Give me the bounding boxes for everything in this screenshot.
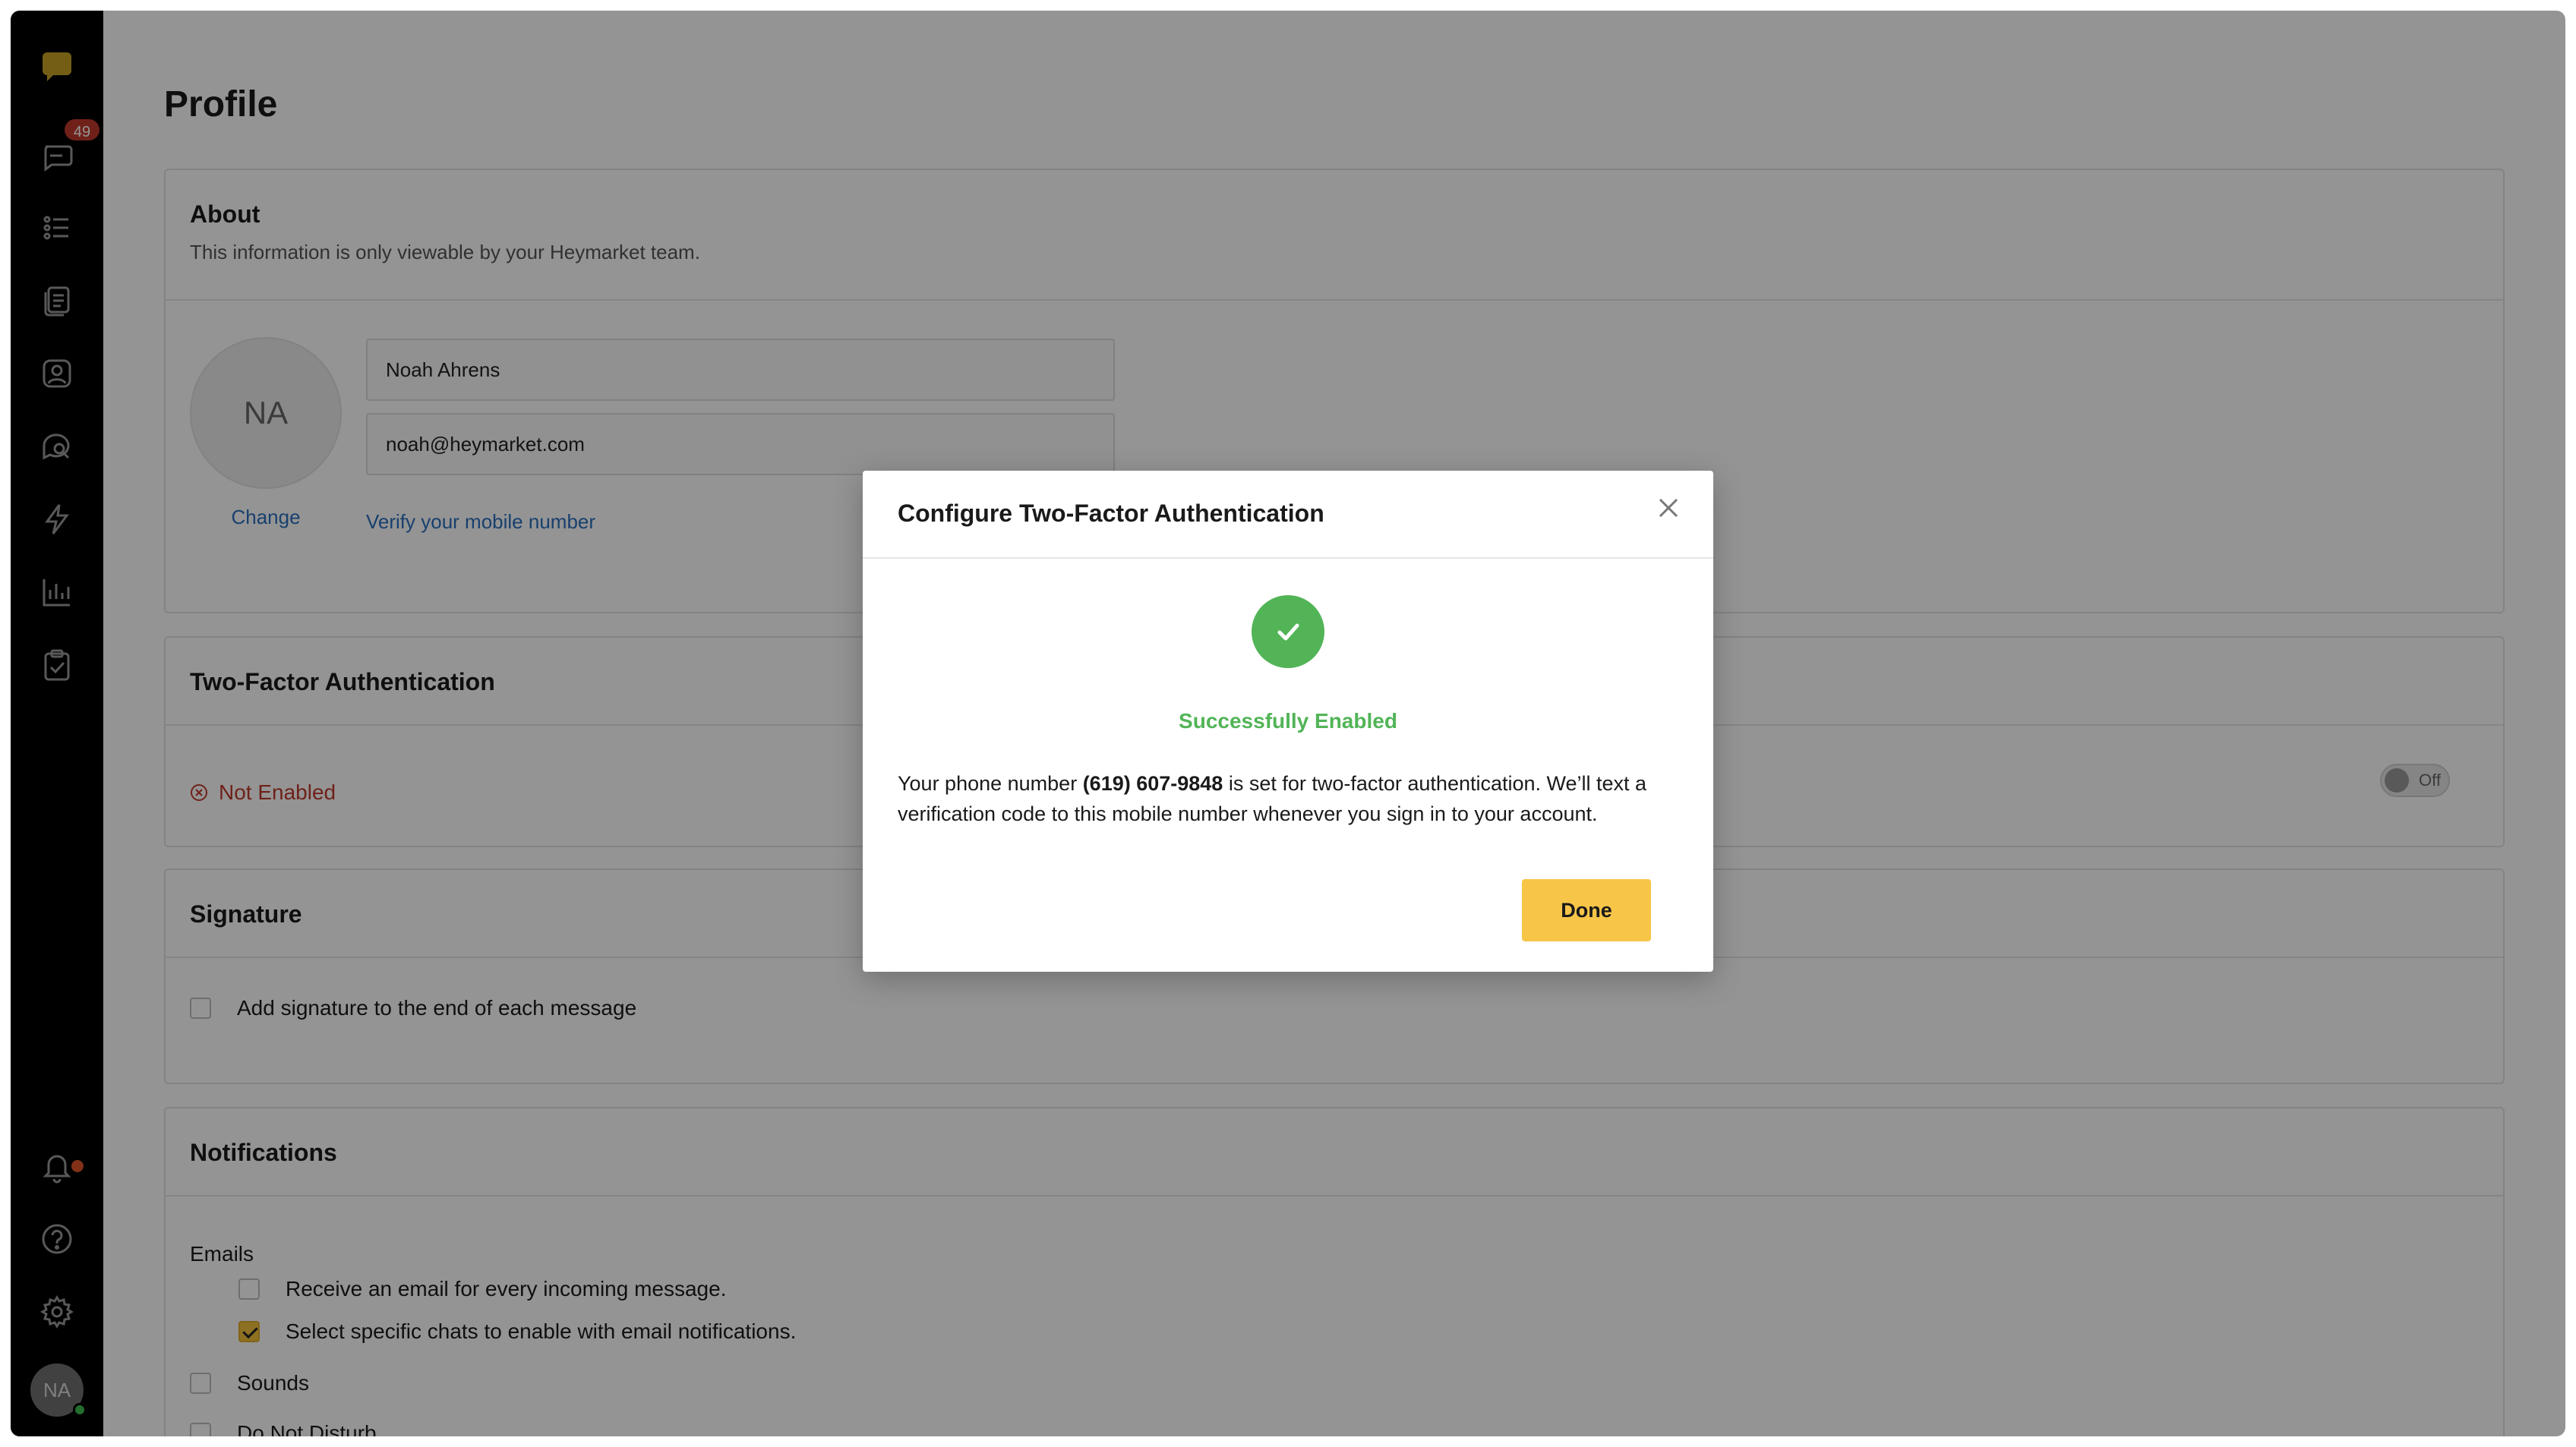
close-icon[interactable]	[1651, 490, 1686, 525]
app-window: 49 NA Profile About This information is …	[11, 11, 2565, 1436]
phone-number: (619) 607-9848	[1082, 772, 1223, 795]
modal-title: Configure Two-Factor Authentication	[898, 500, 1324, 527]
body-prefix: Your phone number	[898, 772, 1083, 795]
success-message: Successfully Enabled	[1179, 709, 1397, 733]
success-check-icon	[1252, 595, 1324, 668]
two-factor-modal: Configure Two-Factor Authentication Succ…	[863, 471, 1713, 972]
done-button[interactable]: Done	[1522, 879, 1651, 941]
modal-header: Configure Two-Factor Authentication	[863, 471, 1713, 559]
modal-body-text: Your phone number (619) 607-9848 is set …	[898, 768, 1678, 829]
